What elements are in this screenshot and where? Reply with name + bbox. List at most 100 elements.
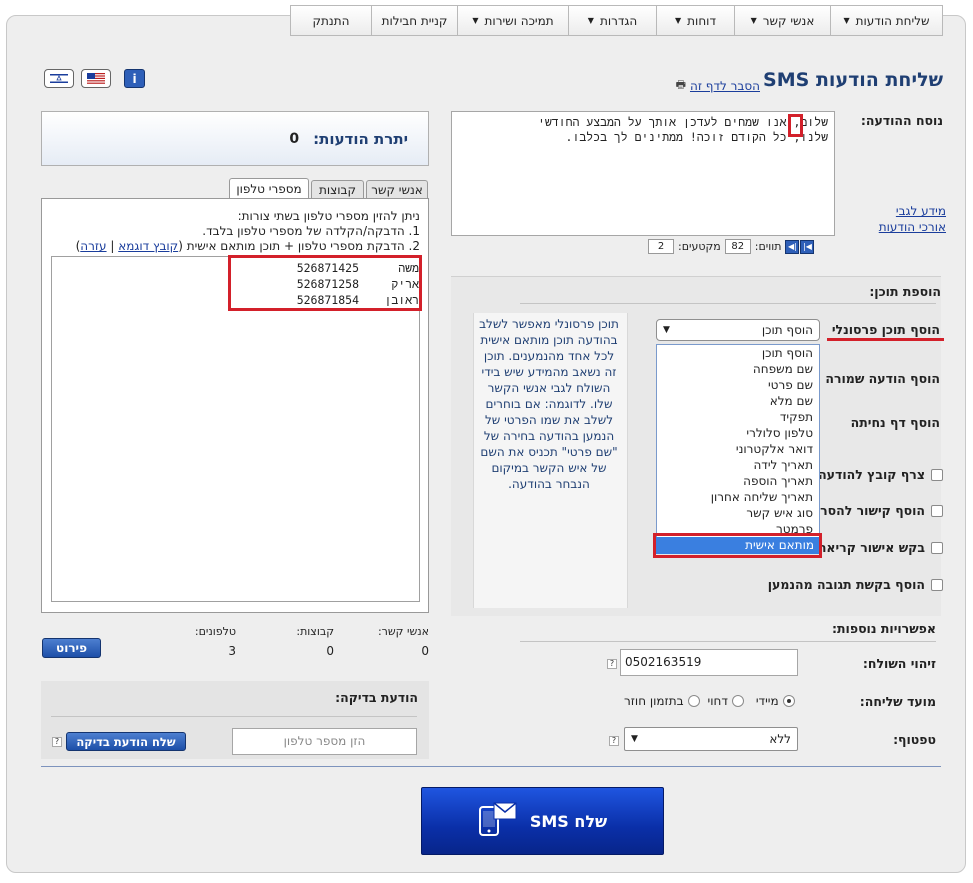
contacts-count-label: אנשי קשר: [377, 625, 429, 638]
segments-value: 2 [648, 239, 674, 254]
english-flag-icon[interactable] [81, 69, 111, 88]
balance-value: 0 [289, 130, 300, 147]
add-link-checkbox[interactable] [931, 504, 943, 517]
dropdown-option[interactable]: תאריך שליחה אחרון [657, 489, 819, 505]
dropdown-option[interactable]: שם פרטי [657, 377, 819, 393]
instructions-line-2: 1. הדבקה/הקלדה של מספרי טלפון בלבד. [202, 224, 420, 238]
info-icon[interactable]: i [124, 69, 145, 88]
segments-label: מקטעים: [678, 240, 721, 253]
dropdown-option[interactable]: טלפון סלולרי [657, 425, 819, 441]
add-content-label: הוספת תוכן: [869, 284, 941, 299]
phone-envelope-icon [478, 801, 518, 841]
groups-count-value: 0 [326, 644, 334, 658]
hebrew-flag-icon[interactable] [44, 69, 74, 88]
page-title: שליחת הודעות SMS [763, 69, 943, 91]
recipients-highlight [228, 255, 422, 311]
dropdown-option[interactable]: הוסף תוכן [657, 345, 819, 361]
dropdown-option[interactable]: שם מלא [657, 393, 819, 409]
content-select-value: הוסף תוכן [761, 323, 813, 337]
timing-immediate-label: מיידי [755, 694, 779, 708]
balance-box: יתרת הודעות: 0 [41, 111, 429, 166]
reply-request-label: הוסף בקשת תגובה מהנמען [767, 577, 925, 592]
chevron-down-icon: ▼ [587, 16, 594, 25]
phones-count-label: טלפונים: [194, 625, 236, 638]
explain-page-link[interactable]: הסבר לדף זה [690, 79, 760, 93]
drip-select[interactable]: ללא ▼ [624, 727, 798, 751]
chars-value: 82 [724, 239, 751, 254]
chevron-down-icon: ▼ [675, 16, 682, 25]
chevron-down-icon: ▼ [843, 16, 850, 25]
timing-recurring-label: בתזמון חוזר [624, 694, 684, 708]
nav-logout[interactable]: התנתק [291, 6, 371, 35]
message-line-1: שלום, אנו שמחים לעדכן אותך על המבצע החוד… [537, 115, 828, 129]
nav-reports[interactable]: דוחות ▼ [656, 6, 734, 35]
nav-support[interactable]: תמיכה ושירות ▼ [457, 6, 568, 35]
send-timing-label: מועד שליחה: [859, 694, 936, 709]
tab-contacts[interactable]: אנשי קשר [366, 180, 428, 199]
tab-groups[interactable]: קבוצות [311, 180, 364, 199]
dropdown-option[interactable]: דואר אלקטרוני [657, 441, 819, 457]
drip-select-value: ללא [769, 732, 791, 746]
chars-label: תווים: [754, 240, 782, 253]
add-personal-content-label: הוסף תוכן פרסונלי [831, 322, 940, 337]
nav-send-messages[interactable]: שליחת הודעות ▼ [830, 6, 942, 35]
add-saved-message-label: הוסף הודעה שמורה [825, 371, 940, 386]
tooltip-text: תוכן פרסונלי מאפשר לשלב בהודעה תוכן מותא… [479, 317, 619, 491]
add-landing-page-label: הוסף דף נחיתה [850, 415, 940, 430]
dropdown-option[interactable]: תפקיד [657, 409, 819, 425]
test-message-label: הודעת בדיקה: [335, 690, 418, 705]
drip-label: טפטוף: [893, 732, 936, 747]
attach-file-checkbox[interactable] [931, 468, 943, 481]
test-phone-input[interactable]: הזן מספר טלפון [232, 728, 417, 755]
help-icon[interactable]: ? [607, 659, 617, 669]
add-link-label: הוסף קישור להסרה [811, 503, 925, 518]
instructions-line-1: ניתן להזין מספרי טלפון בשתי צורות: [237, 209, 420, 223]
contacts-count-value: 0 [421, 644, 429, 658]
printer-icon: 🖶 [675, 78, 686, 91]
groups-count-label: קבוצות: [296, 625, 334, 638]
balance-label: יתרת הודעות: [313, 129, 408, 148]
nav-buy-packages[interactable]: קניית חבילות [371, 6, 457, 35]
nav-settings[interactable]: הגדרות ▼ [568, 6, 656, 35]
reply-request-checkbox[interactable] [931, 578, 943, 591]
info-link-1[interactable]: מידע לגבי [879, 203, 946, 219]
message-line-2: שלנו, כל הקודם זוכה! ממתינים לך בכלבו. [565, 130, 828, 144]
send-sms-label: שלח SMS [529, 811, 608, 831]
chevron-down-icon: ▼ [631, 734, 638, 744]
help-link[interactable]: עזרה [80, 239, 106, 253]
send-test-button[interactable]: שלח הודעת בדיקה [66, 732, 186, 751]
media-nav-icon[interactable]: ◀| |◀ [785, 239, 815, 254]
selected-option-highlight [653, 533, 822, 558]
info-link-2[interactable]: אורכי הודעות [879, 219, 946, 235]
help-icon[interactable]: ? [609, 736, 619, 746]
timing-delayed-label: דחוי [707, 694, 728, 708]
instructions-line-3: 2. הדבקת מספרי טלפון + תוכן מותאם אישית [186, 239, 420, 253]
message-label: נוסח ההודעה: [860, 113, 943, 128]
tooltip-box: תוכן פרסונלי מאפשר לשלב בהודעה תוכן מותא… [473, 313, 628, 608]
tab-phone-numbers[interactable]: מספרי טלפון [229, 178, 309, 199]
help-icon[interactable]: ? [52, 737, 62, 747]
chevron-down-icon: ▼ [750, 16, 757, 25]
cursor-highlight [788, 114, 803, 137]
sender-id-input[interactable]: 0502163519 [620, 649, 798, 676]
chevron-down-icon: ▼ [472, 16, 479, 25]
phones-count-value: 3 [228, 644, 236, 658]
dropdown-option[interactable]: סוג איש קשר [657, 505, 819, 521]
timing-immediate-radio[interactable] [782, 695, 795, 707]
timing-recurring-radio[interactable] [687, 695, 700, 707]
message-textarea[interactable]: שלום, אנו שמחים לעדכן אותך על המבצע החוד… [451, 111, 835, 236]
sender-id-label: זיהוי השולח: [862, 656, 936, 671]
send-sms-button[interactable]: שלח SMS [421, 787, 664, 855]
sample-file-link[interactable]: קובץ דוגמא [118, 239, 178, 253]
read-receipt-label: בקש אישור קריאה [817, 540, 925, 555]
dropdown-option[interactable]: תאריך הוספה [657, 473, 819, 489]
nav-contacts[interactable]: אנשי קשר ▼ [734, 6, 830, 35]
content-select[interactable]: הוסף תוכן ▼ [656, 319, 820, 341]
more-options-label: אפשרויות נוספות: [832, 621, 936, 636]
timing-delayed-radio[interactable] [731, 695, 744, 707]
dropdown-option[interactable]: שם משפחה [657, 361, 819, 377]
chevron-down-icon: ▼ [663, 325, 670, 335]
details-button[interactable]: פירוט [42, 638, 101, 658]
dropdown-option[interactable]: תאריך לידה [657, 457, 819, 473]
read-receipt-checkbox[interactable] [931, 541, 943, 554]
